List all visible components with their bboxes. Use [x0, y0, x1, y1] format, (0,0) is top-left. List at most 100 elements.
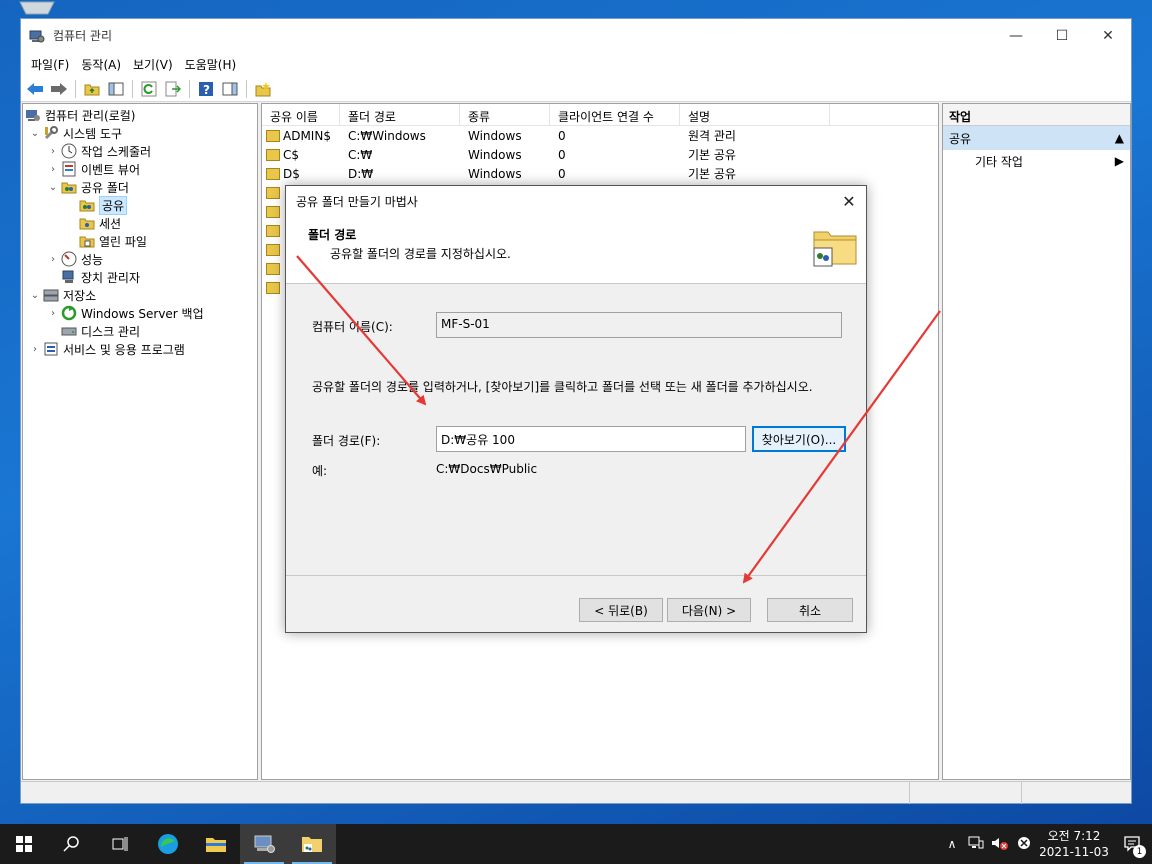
column-folder-path[interactable]: 폴더 경로 [340, 104, 460, 125]
column-type[interactable]: 종류 [460, 104, 550, 125]
chevron-down-icon[interactable]: ⌄ [29, 290, 41, 301]
tree-disk-management[interactable]: 디스크 관리 [23, 322, 257, 340]
cell-connections: 0 [558, 128, 566, 143]
dialog-title-bar[interactable]: 공유 폴더 만들기 마법사 ✕ [286, 186, 866, 216]
chevron-right-icon[interactable]: › [47, 164, 59, 175]
next-button[interactable]: 다음(N) > [667, 598, 751, 622]
search-button[interactable] [48, 824, 96, 864]
tree-system-tools[interactable]: ⌄ 시스템 도구 [23, 124, 257, 142]
actions-section-shares[interactable]: 공유 ▲ [943, 126, 1130, 150]
menu-view[interactable]: 보기(V) [127, 56, 179, 73]
recycle-bin-icon[interactable] [18, 0, 58, 16]
storage-icon [43, 287, 59, 303]
clock[interactable]: 오전 7:12 2021-11-03 [1036, 828, 1112, 860]
cell-type: Windows [468, 166, 522, 181]
computer-management-icon [25, 107, 41, 123]
notification-center-button[interactable]: 1 [1112, 824, 1152, 864]
tree-services-apps[interactable]: › 서비스 및 응용 프로그램 [23, 340, 257, 358]
tree-shares[interactable]: 공유 [23, 195, 257, 215]
tree-storage[interactable]: ⌄ 저장소 [23, 286, 257, 304]
actions-header: 작업 [943, 104, 1130, 126]
menu-file[interactable]: 파일(F) [25, 56, 75, 73]
dialog-heading: 폴더 경로 [308, 228, 357, 242]
network-icon[interactable] [964, 836, 988, 853]
cancel-button[interactable]: 취소 [767, 598, 853, 622]
start-button[interactable] [0, 824, 48, 864]
clock-icon [61, 143, 77, 159]
title-bar[interactable]: 컴퓨터 관리 — ☐ ✕ [21, 19, 1131, 52]
folder-path-input[interactable]: D:₩공유 100 [436, 426, 746, 452]
edge-button[interactable] [144, 824, 192, 864]
tree-sessions[interactable]: 세션 [23, 214, 257, 232]
forward-arrow-icon[interactable] [49, 79, 69, 99]
show-action-pane-icon[interactable] [220, 79, 240, 99]
column-share-name[interactable]: 공유 이름 [262, 104, 340, 125]
tree-shared-folders[interactable]: ⌄ 공유 폴더 [23, 178, 257, 196]
close-button[interactable]: ✕ [1085, 19, 1131, 52]
minimize-button[interactable]: — [993, 19, 1039, 52]
task-view-icon [112, 837, 128, 851]
cell-description: 기본 공유 [688, 167, 736, 181]
actions-more-actions[interactable]: 기타 작업 ▶ [943, 150, 1130, 172]
collapse-up-icon[interactable]: ▲ [1115, 131, 1124, 145]
maximize-button[interactable]: ☐ [1039, 19, 1085, 52]
computer-management-taskbar-button[interactable] [240, 824, 288, 864]
share-icon [266, 206, 280, 218]
backup-icon [61, 305, 77, 321]
chevron-down-icon[interactable]: ⌄ [47, 182, 59, 193]
export-list-icon[interactable] [163, 79, 183, 99]
computer-management-icon [29, 28, 45, 44]
error-status-icon[interactable] [1012, 836, 1036, 853]
chevron-right-icon[interactable]: › [29, 344, 41, 355]
example-label: 예: [312, 464, 328, 478]
svg-text:?: ? [203, 83, 210, 97]
menu-bar: 파일(F) 동작(A) 보기(V) 도움말(H) [21, 52, 1131, 76]
chevron-right-icon[interactable]: › [47, 308, 59, 319]
tree-event-viewer-label: 이벤트 뷰어 [81, 162, 141, 177]
menu-help[interactable]: 도움말(H) [179, 56, 243, 73]
device-manager-icon [61, 269, 77, 285]
volume-muted-icon[interactable] [988, 836, 1012, 853]
dialog-close-button[interactable]: ✕ [838, 190, 860, 212]
show-hide-tree-icon[interactable] [106, 79, 126, 99]
chevron-right-icon[interactable]: › [47, 146, 59, 157]
chevron-down-icon[interactable]: ⌄ [29, 128, 41, 139]
column-description[interactable]: 설명 [680, 104, 830, 125]
tree-open-files[interactable]: 열린 파일 [23, 232, 257, 250]
browse-button[interactable]: 찾아보기(O)... [752, 426, 846, 452]
tree-performance[interactable]: › 성능 [23, 250, 257, 268]
cell-folder-path: D:₩ [348, 166, 374, 181]
tree-root[interactable]: 컴퓨터 관리(로컬) [23, 106, 257, 124]
event-viewer-icon [61, 161, 77, 177]
column-client-connections[interactable]: 클라이언트 연결 수 [550, 104, 680, 125]
dialog-subheading: 공유할 폴더의 경로를 지정하십시오. [330, 247, 511, 261]
back-button[interactable]: < 뒤로(B) [579, 598, 663, 622]
file-explorer-button[interactable] [192, 824, 240, 864]
dialog-body: 컴퓨터 이름(C): MF-S-01 공유할 폴더의 경로를 입력하거나, [찾… [286, 284, 866, 576]
folder-path-label: 폴더 경로(F): [312, 434, 381, 448]
table-row[interactable]: ADMIN$ C:₩Windows Windows 0 원격 관리 [262, 126, 938, 145]
tree-wsb-label: Windows Server 백업 [81, 306, 204, 321]
cell-type: Windows [468, 147, 522, 162]
help-icon[interactable]: ? [196, 79, 216, 99]
table-row[interactable]: D$ D:₩ Windows 0 기본 공유 [262, 164, 938, 183]
share-wizard-taskbar-button[interactable] [288, 824, 336, 864]
tree-device-manager[interactable]: 장치 관리자 [23, 268, 257, 286]
table-row[interactable]: C$ C:₩ Windows 0 기본 공유 [262, 145, 938, 164]
tools-icon [43, 125, 59, 141]
new-share-icon[interactable] [253, 79, 273, 99]
console-tree: 컴퓨터 관리(로컬) ⌄ 시스템 도구 › 작업 스케줄러 › 이벤트 뷰어 ⌄… [22, 103, 258, 780]
tree-task-scheduler[interactable]: › 작업 스케줄러 [23, 142, 257, 160]
cell-description: 원격 관리 [688, 129, 736, 143]
up-folder-icon[interactable] [82, 79, 102, 99]
notification-count-badge: 1 [1133, 845, 1146, 858]
menu-action[interactable]: 동작(A) [75, 56, 127, 73]
show-hidden-icons-chevron-icon[interactable]: ∧ [940, 837, 964, 851]
tree-windows-server-backup[interactable]: › Windows Server 백업 [23, 304, 257, 322]
refresh-icon[interactable] [139, 79, 159, 99]
task-view-button[interactable] [96, 824, 144, 864]
back-arrow-icon[interactable] [25, 79, 45, 99]
tree-event-viewer[interactable]: › 이벤트 뷰어 [23, 160, 257, 178]
chevron-right-icon[interactable]: › [47, 254, 59, 265]
tree-task-scheduler-label: 작업 스케줄러 [81, 144, 152, 159]
